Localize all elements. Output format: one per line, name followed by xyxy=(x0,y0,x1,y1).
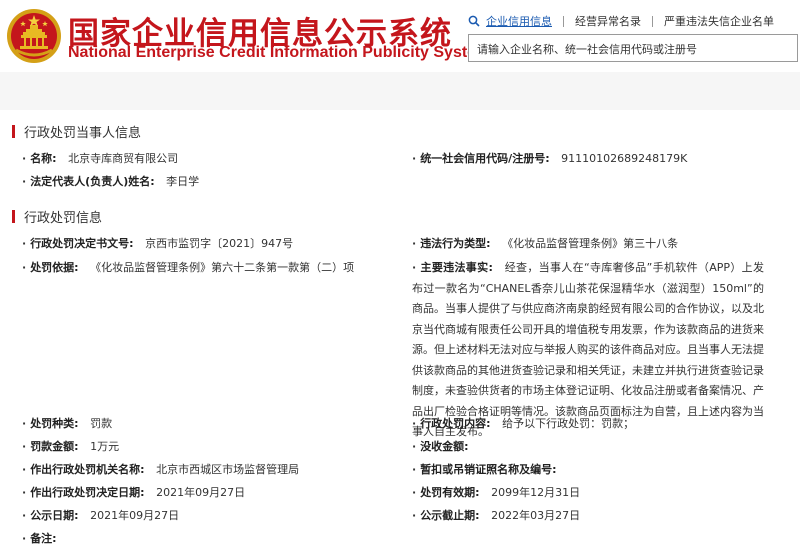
field-label: 作出行政处罚机关名称: xyxy=(30,463,145,476)
field-fine-amount: · 罚款金额: 1万元 xyxy=(22,440,120,453)
field-valid-until: · 处罚有效期: 2099年12月31日 xyxy=(412,486,581,499)
field-value: 《化妆品监督管理条例》第六十二条第一款第（二）项 xyxy=(90,261,355,274)
field-license: · 暂扣或吊销证照名称及编号: xyxy=(412,463,557,476)
field-label: 处罚有效期: xyxy=(420,486,480,499)
field-publish-end: · 公示截止期: 2022年03月27日 xyxy=(412,509,581,522)
field-label: 公示日期: xyxy=(30,509,79,522)
nav-item-label[interactable]: 经营异常名录 xyxy=(575,13,641,29)
field-label: 暂扣或吊销证照名称及编号: xyxy=(420,463,557,476)
field-label: 统一社会信用代码/注册号: xyxy=(420,152,550,165)
field-value: 91110102689248179K xyxy=(561,152,688,165)
top-nav: 企业信用信息 经营异常名录 严重违法失信企业名单 xyxy=(468,12,774,30)
field-remarks: · 备注: xyxy=(22,532,57,545)
section-title-text: 行政处罚信息 xyxy=(24,210,103,226)
field-value: 京西市监罚字〔2021〕947号 xyxy=(145,237,294,250)
nav-item-enterprise-credit[interactable]: 企业信用信息 xyxy=(468,13,552,29)
field-label: 违法行为类型: xyxy=(420,237,491,250)
field-confiscation: · 没收金额: xyxy=(412,440,469,453)
field-value: 北京寺库商贸有限公司 xyxy=(68,152,179,165)
field-value: 李日学 xyxy=(166,175,200,188)
nav-item-label[interactable]: 严重违法失信企业名单 xyxy=(664,13,774,29)
header-band xyxy=(0,72,800,110)
field-label: 处罚种类: xyxy=(30,417,79,430)
site-header: 国家企业信用信息公示系统 National Enterprise Credit … xyxy=(0,0,800,72)
nav-item-serious-violation-list[interactable]: 严重违法失信企业名单 xyxy=(664,13,774,29)
field-label: 法定代表人(负责人)姓名: xyxy=(30,175,155,188)
search-icon xyxy=(468,15,480,27)
nav-divider xyxy=(563,15,564,27)
field-legal-rep: · 法定代表人(负责人)姓名: 李日学 xyxy=(22,175,200,188)
field-value: 1万元 xyxy=(90,440,120,453)
field-decision-date: · 作出行政处罚决定日期: 2021年09月27日 xyxy=(22,486,246,499)
field-value: 《化妆品监督管理条例》第三十八条 xyxy=(502,237,679,250)
field-value: 2021年09月27日 xyxy=(90,509,180,522)
nav-item-label[interactable]: 企业信用信息 xyxy=(486,13,552,29)
field-label: 罚款金额: xyxy=(30,440,79,453)
field-name: · 名称: 北京寺库商贸有限公司 xyxy=(22,152,179,165)
field-publish-date: · 公示日期: 2021年09月27日 xyxy=(22,509,180,522)
field-penalty-content: · 行政处罚内容: 给予以下行政处罚：罚款； xyxy=(412,417,635,430)
field-value: 2022年03月27日 xyxy=(491,509,581,522)
field-label: 处罚依据: xyxy=(30,261,79,274)
field-credit-code: · 统一社会信用代码/注册号: 91110102689248179K xyxy=(412,152,688,165)
site-subtitle: National Enterprise Credit Information P… xyxy=(68,44,491,61)
field-value: 罚款 xyxy=(90,417,113,430)
national-emblem-icon[interactable] xyxy=(6,8,62,64)
field-label: 没收金额: xyxy=(420,440,469,453)
field-label: 主要违法事实: xyxy=(420,261,493,274)
search-input[interactable]: 请输入企业名称、统一社会信用代码或注册号 xyxy=(468,34,798,62)
field-label: 行政处罚内容: xyxy=(420,417,491,430)
field-label: 名称: xyxy=(30,152,57,165)
field-label: 备注: xyxy=(30,532,57,545)
section-title-text: 行政处罚当事人信息 xyxy=(24,125,142,141)
section-marker xyxy=(12,124,15,138)
field-label: 公示截止期: xyxy=(420,509,480,522)
section-marker xyxy=(12,209,15,223)
field-value: 北京市西城区市场监督管理局 xyxy=(156,463,300,476)
field-value: 2021年09月27日 xyxy=(156,486,246,499)
field-decision-no: · 行政处罚决定书文号: 京西市监罚字〔2021〕947号 xyxy=(22,237,294,250)
nav-item-abnormal-list[interactable]: 经营异常名录 xyxy=(575,13,641,29)
field-value: 2099年12月31日 xyxy=(491,486,581,499)
nav-divider xyxy=(652,15,653,27)
field-basis: · 处罚依据: 《化妆品监督管理条例》第六十二条第一款第（二）项 xyxy=(22,261,355,274)
field-label: 行政处罚决定书文号: xyxy=(30,237,134,250)
section-title-party: 行政处罚当事人信息 xyxy=(12,122,142,141)
field-violation-type: · 违法行为类型: 《化妆品监督管理条例》第三十八条 xyxy=(412,237,679,250)
field-authority: · 作出行政处罚机关名称: 北京市西城区市场监督管理局 xyxy=(22,463,300,476)
field-label: 作出行政处罚决定日期: xyxy=(30,486,145,499)
field-value: 经查，当事人在“寺库奢侈品”手机软件（APP）上发布过一款名为“CHANEL香奈… xyxy=(412,261,765,438)
section-title-penalty: 行政处罚信息 xyxy=(12,207,103,226)
field-value: 给予以下行政处罚：罚款； xyxy=(502,417,635,430)
field-penalty-kind: · 处罚种类: 罚款 xyxy=(22,417,113,430)
